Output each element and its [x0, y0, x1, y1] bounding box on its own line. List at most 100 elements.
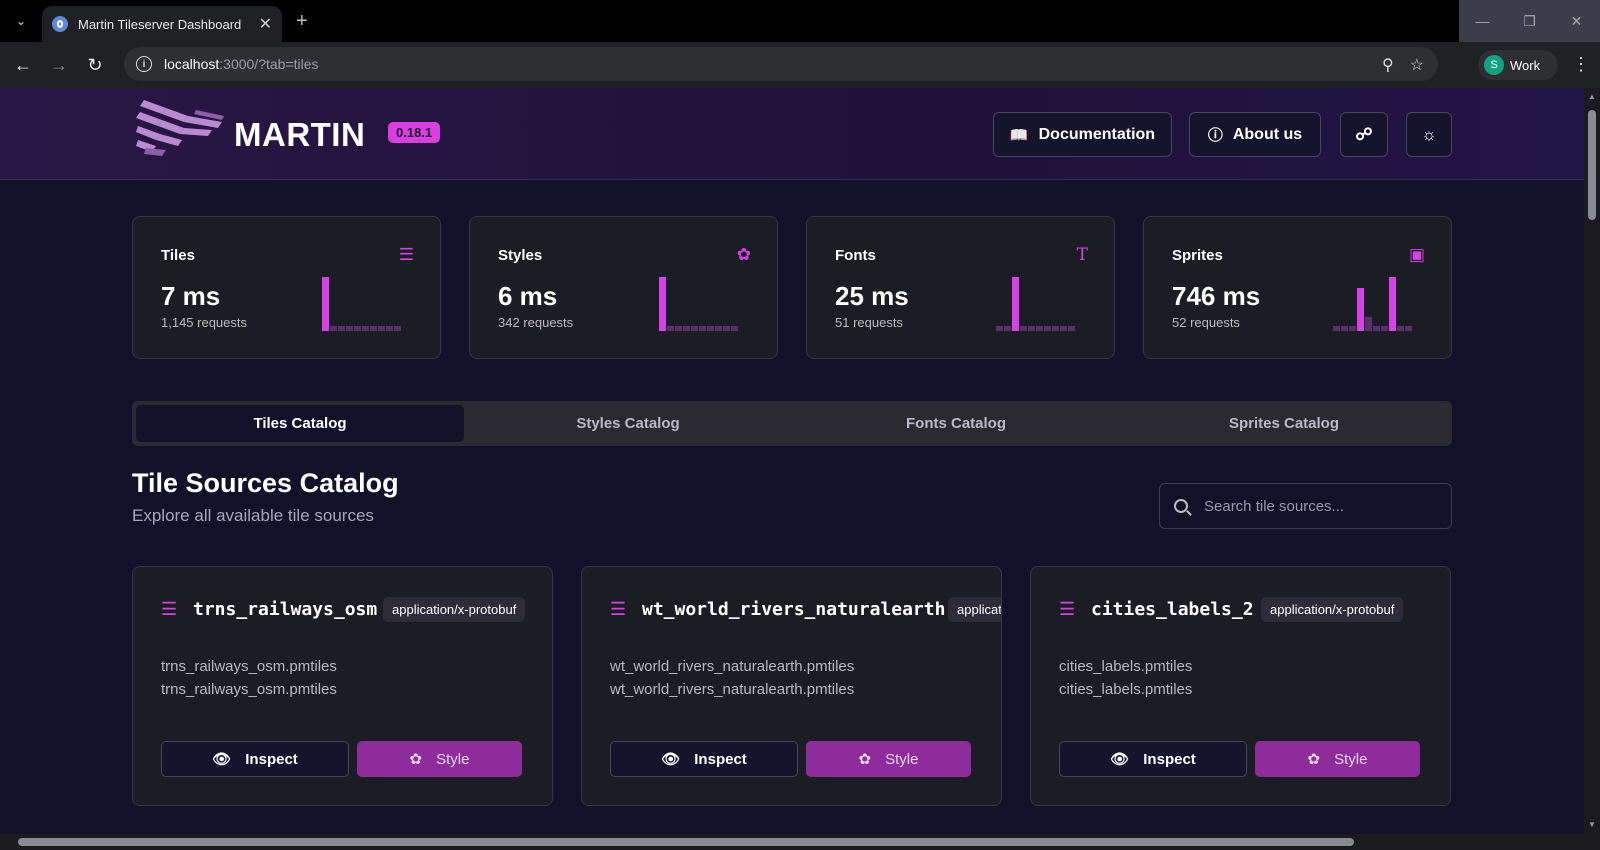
address-bar[interactable]: i localhost:3000/?tab=tiles ⚲ ☆ [124, 47, 1438, 81]
map-pin-icon [52, 16, 68, 32]
source-card: ☰ wt_world_rivers_naturalearth applicati… [581, 566, 1002, 806]
source-path: trns_railways_osm.pmtiles [161, 658, 337, 675]
bookmark-star-icon[interactable]: ☆ [1410, 55, 1424, 75]
kebab-menu-icon[interactable]: ⋮ [1572, 54, 1590, 75]
source-cards: ☰ trns_railways_osm application/x-protob… [132, 566, 1451, 806]
sparkline-bar [715, 326, 722, 331]
stat-card-fonts: Fonts T 25 ms 51 requests [806, 216, 1115, 359]
sparkline-bar [675, 326, 682, 331]
stat-value: 6 ms [498, 281, 558, 311]
sparkline-bar [354, 326, 361, 331]
documentation-button[interactable]: 📖 Documentation [993, 112, 1172, 157]
about-us-button[interactable]: ⓘ About us [1189, 112, 1321, 157]
stat-label: Fonts [835, 247, 876, 264]
source-card: ☰ trns_railways_osm application/x-protob… [132, 566, 553, 806]
style-button[interactable]: ✿ Style [1255, 741, 1420, 777]
scroll-down-icon[interactable]: ▼ [1588, 820, 1596, 829]
brand-name: MARTIN [234, 116, 366, 153]
profile-button[interactable]: S Work [1478, 50, 1558, 80]
stat-label: Styles [498, 247, 543, 264]
style-label: Style [436, 750, 470, 768]
type-icon: T [1076, 245, 1088, 265]
github-icon: ☍ [1355, 124, 1373, 144]
search-box [1159, 483, 1452, 529]
book-icon: 📖 [1009, 126, 1029, 144]
info-icon: ⓘ [1207, 127, 1223, 144]
sparkline-bar [1036, 326, 1043, 331]
sparkline-bar [1028, 326, 1035, 331]
stat-requests: 52 requests [1172, 315, 1240, 330]
stat-value: 746 ms [1172, 281, 1261, 311]
search-icon [1174, 499, 1188, 513]
tab-styles-catalog[interactable]: Styles Catalog [464, 405, 792, 442]
inspect-label: Inspect [1143, 750, 1196, 768]
inspect-button[interactable]: 👁 Inspect [1059, 741, 1247, 777]
sparkline-bar [996, 326, 1003, 331]
stat-card-sprites: Sprites ▣ 746 ms 52 requests [1143, 216, 1452, 359]
scroll-up-icon[interactable]: ▲ [1588, 92, 1596, 101]
sun-moon-icon: ☼ [1421, 124, 1437, 144]
close-icon[interactable]: ✕ [259, 14, 272, 34]
content-type-badge: application/x-protobuf [383, 597, 526, 622]
window-close-icon[interactable]: ✕ [1553, 0, 1600, 42]
palette-icon: ✿ [1307, 751, 1321, 768]
eye-icon: 👁 [212, 751, 232, 768]
sparkline-bar [1333, 326, 1340, 331]
sparkline-bar [1060, 326, 1067, 331]
inspect-button[interactable]: 👁 Inspect [161, 741, 349, 777]
scrollbar-thumb[interactable] [18, 838, 1354, 846]
minimize-icon[interactable]: — [1459, 0, 1506, 42]
sparkline-bar [386, 326, 393, 331]
tab-search-chevron-icon[interactable]: ⌄ [10, 10, 32, 32]
reload-icon[interactable]: ↻ [84, 54, 106, 76]
sparkline-bar [1365, 317, 1372, 331]
search-input[interactable] [1204, 497, 1434, 515]
inspect-label: Inspect [694, 750, 747, 768]
layers-icon: ☰ [398, 245, 414, 264]
new-tab-plus-icon[interactable]: + [296, 10, 308, 33]
stat-label: Tiles [161, 247, 195, 264]
tab-fonts-catalog[interactable]: Fonts Catalog [792, 405, 1120, 442]
sparkline-bar [1349, 326, 1356, 331]
martin-logo-icon [136, 100, 224, 156]
page-title: Tile Sources Catalog [132, 468, 399, 498]
sparkline-bar [1341, 326, 1348, 331]
back-arrow-icon[interactable]: ← [12, 54, 34, 76]
sparkline-bar [1004, 326, 1011, 331]
style-button[interactable]: ✿ Style [357, 741, 522, 777]
sparkline [1333, 275, 1425, 331]
style-label: Style [885, 750, 919, 768]
horizontal-scrollbar[interactable] [0, 834, 1600, 850]
forward-arrow-icon[interactable]: → [48, 54, 70, 76]
tab-sprites-catalog[interactable]: Sprites Catalog [1120, 405, 1448, 442]
page: MARTIN 0.18.1 📖 Documentation ⓘ About us… [0, 88, 1584, 834]
github-button[interactable]: ☍ [1340, 112, 1388, 157]
style-label: Style [1334, 750, 1368, 768]
browser-tab-strip: ⌄ Martin Tileserver Dashboard ✕ + — ❐ ✕ [0, 0, 1600, 42]
inspect-label: Inspect [245, 750, 298, 768]
inspect-button[interactable]: 👁 Inspect [610, 741, 798, 777]
scrollbar-thumb[interactable] [1588, 110, 1596, 220]
avatar: S [1484, 55, 1504, 75]
restore-icon[interactable]: ❐ [1506, 0, 1553, 42]
stat-requests: 1,145 requests [161, 315, 248, 330]
sparkline [322, 275, 414, 331]
zoom-icon[interactable]: ⚲ [1382, 55, 1394, 75]
palette-icon: ✿ [858, 751, 872, 768]
app-header: MARTIN 0.18.1 📖 Documentation ⓘ About us… [0, 88, 1584, 180]
source-path: wt_world_rivers_naturalearth.pmtiles [610, 658, 855, 675]
sparkline-bar [394, 326, 401, 331]
sparkline-bar [1044, 326, 1051, 331]
layers-icon: ☰ [610, 599, 627, 619]
url-host: localhost [164, 56, 220, 72]
source-path: cities_labels.pmtiles [1059, 681, 1193, 698]
browser-tab[interactable]: Martin Tileserver Dashboard ✕ [42, 6, 282, 42]
tab-tiles-catalog[interactable]: Tiles Catalog [136, 405, 464, 442]
sparkline-bar [1052, 326, 1059, 331]
style-button[interactable]: ✿ Style [806, 741, 971, 777]
vertical-scrollbar[interactable]: ▲ ▼ [1584, 88, 1600, 834]
theme-toggle-button[interactable]: ☼ [1406, 112, 1452, 157]
sparkline-bar [362, 326, 369, 331]
site-info-icon[interactable]: i [136, 56, 152, 72]
eye-icon: 👁 [661, 751, 681, 768]
